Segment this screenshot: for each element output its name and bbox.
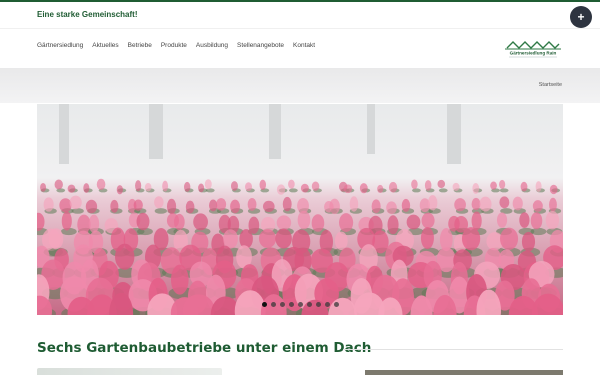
svg-text:Gärtnersiedlung Rain: Gärtnersiedlung Rain	[510, 51, 557, 56]
slider-dot[interactable]	[297, 302, 303, 307]
nav-item-ausbildung[interactable]: Ausbildung	[196, 42, 228, 49]
section-heading: Sechs Gartenbaubetriebe unter einem Dach	[37, 340, 372, 356]
nav-item-kontakt[interactable]: Kontakt	[293, 42, 315, 49]
slider-dot[interactable]	[270, 302, 276, 307]
content-image-peek	[365, 370, 563, 375]
subheading-peek	[37, 368, 222, 375]
heading-divider	[343, 349, 563, 350]
slider-pagination	[37, 302, 563, 307]
nav-item-stellenangebote[interactable]: Stellenangebote	[237, 42, 284, 49]
site-logo[interactable]: Gärtnersiedlung Rain	[503, 39, 563, 59]
slider-dot[interactable]	[279, 302, 285, 307]
top-bar: Eine starke Gemeinschaft! +	[0, 2, 600, 28]
nav-item-produkte[interactable]: Produkte	[161, 42, 187, 49]
section-heading-row: Sechs Gartenbaubetriebe unter einem Dach	[37, 340, 563, 360]
breadcrumb[interactable]: Startseite	[539, 82, 562, 88]
logo-greenhouse-icon: Gärtnersiedlung Rain	[505, 41, 561, 58]
slider-dot[interactable]	[324, 302, 330, 307]
slider-dot[interactable]	[288, 302, 294, 307]
nav-item-gaertnersiedlung[interactable]: Gärtnersiedlung	[37, 42, 83, 49]
nav-menu: Gärtnersiedlung Aktuelles Betriebe Produ…	[37, 42, 315, 49]
slider-dot[interactable]	[333, 302, 339, 307]
slider-dot[interactable]	[306, 302, 312, 307]
breadcrumb-band: Startseite	[0, 68, 600, 103]
nav-item-betriebe[interactable]: Betriebe	[128, 42, 152, 49]
main-navigation: Gärtnersiedlung Aktuelles Betriebe Produ…	[0, 28, 600, 68]
plus-button[interactable]: +	[570, 6, 592, 28]
slider-dot[interactable]	[315, 302, 321, 307]
slider-dot[interactable]	[261, 302, 267, 307]
cyclamen-greenhouse-photo	[37, 104, 563, 315]
hero-slider[interactable]	[37, 104, 563, 315]
site-tagline: Eine starke Gemeinschaft!	[37, 10, 138, 19]
nav-item-aktuelles[interactable]: Aktuelles	[92, 42, 118, 49]
